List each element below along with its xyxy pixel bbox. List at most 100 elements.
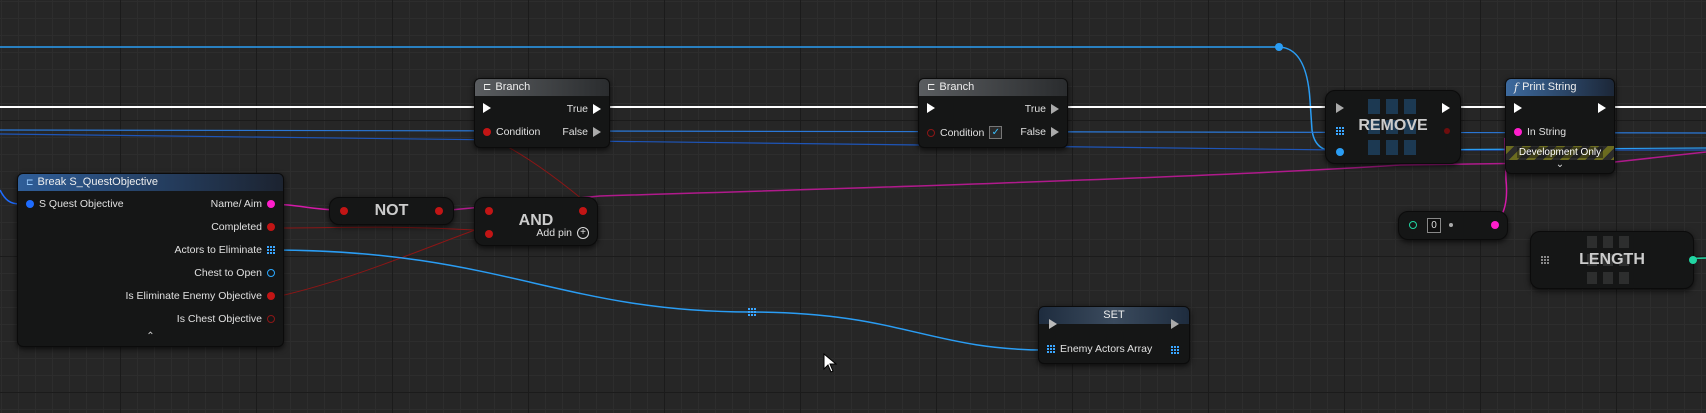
add-pin-label: Add pin bbox=[536, 227, 572, 239]
branch-condition-row: Condition bbox=[483, 126, 540, 138]
branch-node-2[interactable]: ⊏ Branch True Condition ✓ False bbox=[918, 78, 1068, 148]
print-string-node[interactable]: f Print String In String Development Onl… bbox=[1505, 78, 1615, 174]
set-title: SET bbox=[1103, 309, 1125, 321]
branch-header: ⊏ Branch bbox=[919, 79, 1067, 96]
array-input-pin[interactable] bbox=[1047, 345, 1055, 353]
function-icon: f bbox=[1514, 81, 1519, 94]
print-string-header: f Print String bbox=[1506, 79, 1614, 96]
string-output-pin[interactable] bbox=[1491, 221, 1499, 229]
array-output-pin[interactable] bbox=[1171, 346, 1179, 354]
exec-in-pin[interactable] bbox=[1049, 319, 1057, 329]
int-value-box[interactable]: 0 bbox=[1427, 218, 1441, 233]
true-exec-pin[interactable] bbox=[593, 104, 601, 114]
add-circle-icon: + bbox=[577, 227, 589, 239]
output-name-aim-row: Name/ Aim bbox=[211, 198, 275, 210]
false-label: False bbox=[1020, 126, 1046, 138]
exec-in-pin[interactable] bbox=[483, 103, 491, 113]
bool-output-pin[interactable] bbox=[267, 315, 275, 323]
break-struct-title: Break S_QuestObjective bbox=[37, 176, 158, 188]
add-pin-button[interactable]: Add pin + bbox=[536, 227, 589, 239]
struct-input-row: S Quest Objective bbox=[26, 198, 124, 210]
set-variable-label: Enemy Actors Array bbox=[1060, 343, 1153, 355]
break-struct-header: ⊏ Break S_QuestObjective bbox=[18, 174, 283, 191]
array-output-pin[interactable] bbox=[267, 246, 275, 254]
branch-icon: ⊏ bbox=[483, 82, 492, 93]
branch-node-1[interactable]: ⊏ Branch True Condition False bbox=[474, 78, 610, 148]
and-output-pin[interactable] bbox=[579, 207, 587, 215]
string-input-pin[interactable] bbox=[1514, 128, 1522, 136]
branch-exec-in-row bbox=[483, 103, 491, 113]
true-exec-pin[interactable] bbox=[1051, 104, 1059, 114]
set-variable-row: Enemy Actors Array bbox=[1047, 343, 1152, 355]
length-node[interactable]: LENGTH bbox=[1530, 231, 1697, 289]
false-label: False bbox=[562, 126, 588, 138]
in-string-label: In String bbox=[1527, 126, 1567, 138]
condition-checkbox[interactable]: ✓ bbox=[989, 126, 1003, 139]
and-input-pin-b[interactable] bbox=[485, 230, 493, 238]
object-output-pin[interactable] bbox=[267, 269, 275, 277]
output-actors-row: Actors to Eliminate bbox=[174, 244, 275, 256]
array-reroute-node[interactable] bbox=[748, 308, 756, 316]
exec-out-pin[interactable] bbox=[1598, 103, 1606, 113]
set-node[interactable]: SET Enemy Actors Array bbox=[1038, 306, 1190, 364]
condition-label: Condition bbox=[496, 126, 541, 138]
and-node[interactable]: AND Add pin + bbox=[474, 197, 598, 246]
output-label: Is Eliminate Enemy Objective bbox=[125, 290, 262, 302]
break-struct-node[interactable]: ⊏ Break S_QuestObjective S Quest Objecti… bbox=[17, 173, 284, 347]
branch-exec-in-row bbox=[927, 103, 935, 113]
true-label: True bbox=[566, 103, 588, 115]
branch-true-row: True bbox=[567, 103, 601, 115]
condition-pin[interactable] bbox=[927, 128, 935, 137]
branch-header: ⊏ Branch bbox=[475, 79, 609, 96]
output-label: Actors to Eliminate bbox=[174, 244, 262, 256]
condition-pin[interactable] bbox=[483, 128, 491, 136]
output-label: Completed bbox=[211, 221, 262, 233]
not-output-pin[interactable] bbox=[435, 207, 443, 215]
dot-icon bbox=[1449, 223, 1453, 227]
development-only-label: Development Only bbox=[1516, 147, 1604, 158]
int-input-pin[interactable] bbox=[1409, 221, 1417, 229]
exec-in-pin[interactable] bbox=[927, 103, 935, 113]
item-input-pin[interactable] bbox=[1336, 148, 1344, 156]
int-output-pin[interactable] bbox=[1689, 256, 1697, 264]
output-label: Chest to Open bbox=[194, 267, 262, 279]
bool-output-pin[interactable] bbox=[267, 223, 275, 231]
exec-out-pin[interactable] bbox=[1442, 103, 1450, 113]
branch-true-row: True bbox=[1025, 103, 1059, 115]
length-label: LENGTH bbox=[1579, 251, 1645, 268]
print-string-title: Print String bbox=[1522, 81, 1577, 93]
remove-node[interactable]: REMOVE bbox=[1325, 90, 1461, 164]
output-eliminate-row: Is Eliminate Enemy Objective bbox=[125, 290, 275, 302]
output-chest-objective-row: Is Chest Objective bbox=[177, 313, 275, 325]
development-only-banner: Development Only bbox=[1506, 146, 1614, 160]
string-output-pin[interactable] bbox=[267, 200, 275, 208]
output-label: Name/ Aim bbox=[210, 198, 262, 210]
exec-in-pin[interactable] bbox=[1336, 103, 1344, 113]
struct-input-pin[interactable] bbox=[26, 200, 34, 208]
condition-label: Condition bbox=[940, 126, 985, 139]
true-label: True bbox=[1024, 103, 1046, 115]
exec-out-pin[interactable] bbox=[1171, 319, 1179, 329]
not-node[interactable]: NOT bbox=[329, 197, 454, 225]
false-exec-pin[interactable] bbox=[1051, 127, 1059, 137]
output-chest-row: Chest to Open bbox=[194, 267, 275, 279]
set-header: SET bbox=[1039, 307, 1189, 324]
false-exec-pin[interactable] bbox=[593, 127, 601, 137]
branch-false-row: False bbox=[562, 126, 601, 138]
wire-array bbox=[269, 249, 1047, 351]
output-completed-row: Completed bbox=[211, 221, 275, 233]
output-label: Is Chest Objective bbox=[176, 313, 262, 325]
chevron-up-icon[interactable]: ⌃ bbox=[18, 331, 283, 342]
branch-icon: ⊏ bbox=[927, 82, 936, 93]
wire-red-3 bbox=[279, 229, 476, 297]
remove-label: REMOVE bbox=[1358, 117, 1428, 134]
exec-in-pin[interactable] bbox=[1514, 103, 1522, 113]
wire-red-2 bbox=[279, 226, 476, 231]
chevron-down-icon[interactable]: ⌄ bbox=[1506, 159, 1614, 170]
mouse-cursor-icon bbox=[823, 353, 837, 373]
struct-icon: ⊏ bbox=[26, 177, 34, 187]
bool-output-pin[interactable] bbox=[267, 292, 275, 300]
branch-title: Branch bbox=[495, 81, 531, 93]
int-to-string-node[interactable]: 0 bbox=[1398, 211, 1508, 240]
branch-condition-row: Condition ✓ bbox=[927, 126, 1003, 139]
